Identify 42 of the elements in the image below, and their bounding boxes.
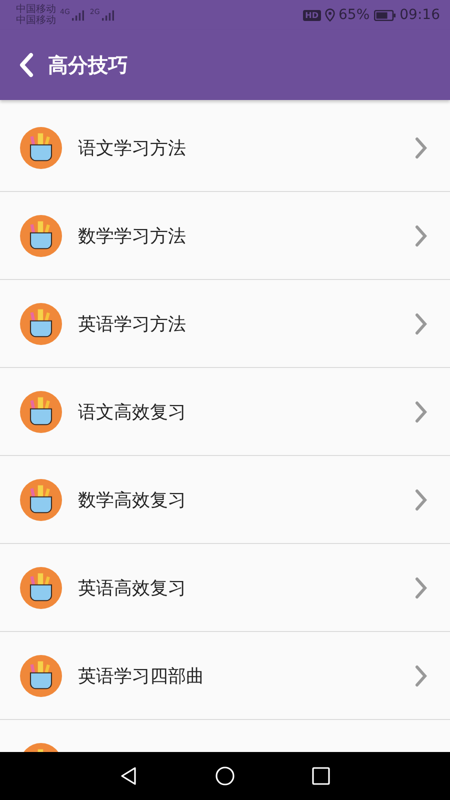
item-label: 数学学习方法 bbox=[78, 224, 187, 248]
signal-icon bbox=[102, 10, 114, 20]
chevron-right-icon bbox=[414, 488, 428, 512]
list-item[interactable]: 英语学习方法 bbox=[0, 280, 450, 368]
signal-icon bbox=[72, 10, 84, 20]
list-item[interactable]: 语文高效复习 bbox=[0, 368, 450, 456]
clock: 09:16 bbox=[400, 7, 440, 23]
list-item[interactable]: 英语学习四部曲 bbox=[0, 632, 450, 720]
back-icon[interactable] bbox=[18, 52, 34, 78]
battery-icon bbox=[374, 10, 396, 20]
chevron-right-icon bbox=[414, 400, 428, 424]
chevron-right-icon bbox=[414, 136, 428, 160]
pencil-cup-icon bbox=[20, 214, 62, 256]
pencil-cup-icon bbox=[20, 126, 62, 168]
chevron-right-icon bbox=[414, 664, 428, 688]
item-label: 英语学习方法 bbox=[78, 312, 187, 336]
pencil-cup-icon bbox=[20, 390, 62, 432]
item-label: 语文高效复习 bbox=[78, 400, 187, 424]
item-label: 英语高效复习 bbox=[78, 576, 187, 600]
chevron-right-icon bbox=[414, 576, 428, 600]
home-circle-icon[interactable] bbox=[215, 766, 235, 786]
page-title: 高分技巧 bbox=[48, 52, 128, 78]
location-icon bbox=[324, 8, 335, 22]
list-item[interactable]: 英语高效复习 bbox=[0, 544, 450, 632]
pencil-cup-icon bbox=[20, 478, 62, 520]
item-label: 数学高效复习 bbox=[78, 488, 187, 512]
recents-square-icon[interactable] bbox=[311, 766, 331, 786]
pencil-cup-icon bbox=[20, 566, 62, 608]
list-item[interactable]: 数学学习方法 bbox=[0, 192, 450, 280]
list-item[interactable]: 语文学习方法 bbox=[0, 104, 450, 192]
item-label: 语文学习方法 bbox=[78, 136, 187, 160]
chevron-right-icon bbox=[414, 312, 428, 336]
list-item[interactable]: 数学高效复习 bbox=[0, 456, 450, 544]
item-label: 英语学习四部曲 bbox=[78, 664, 205, 688]
chevron-right-icon bbox=[414, 224, 428, 248]
back-triangle-icon[interactable] bbox=[119, 766, 139, 786]
pencil-cup-icon bbox=[20, 654, 62, 696]
carrier-name: 中国移动 bbox=[16, 15, 56, 26]
carrier-name: 中国移动 bbox=[16, 4, 56, 15]
battery-percent: 65% bbox=[338, 7, 370, 23]
hd-badge: HD bbox=[303, 10, 321, 20]
pencil-cup-icon bbox=[20, 302, 62, 344]
